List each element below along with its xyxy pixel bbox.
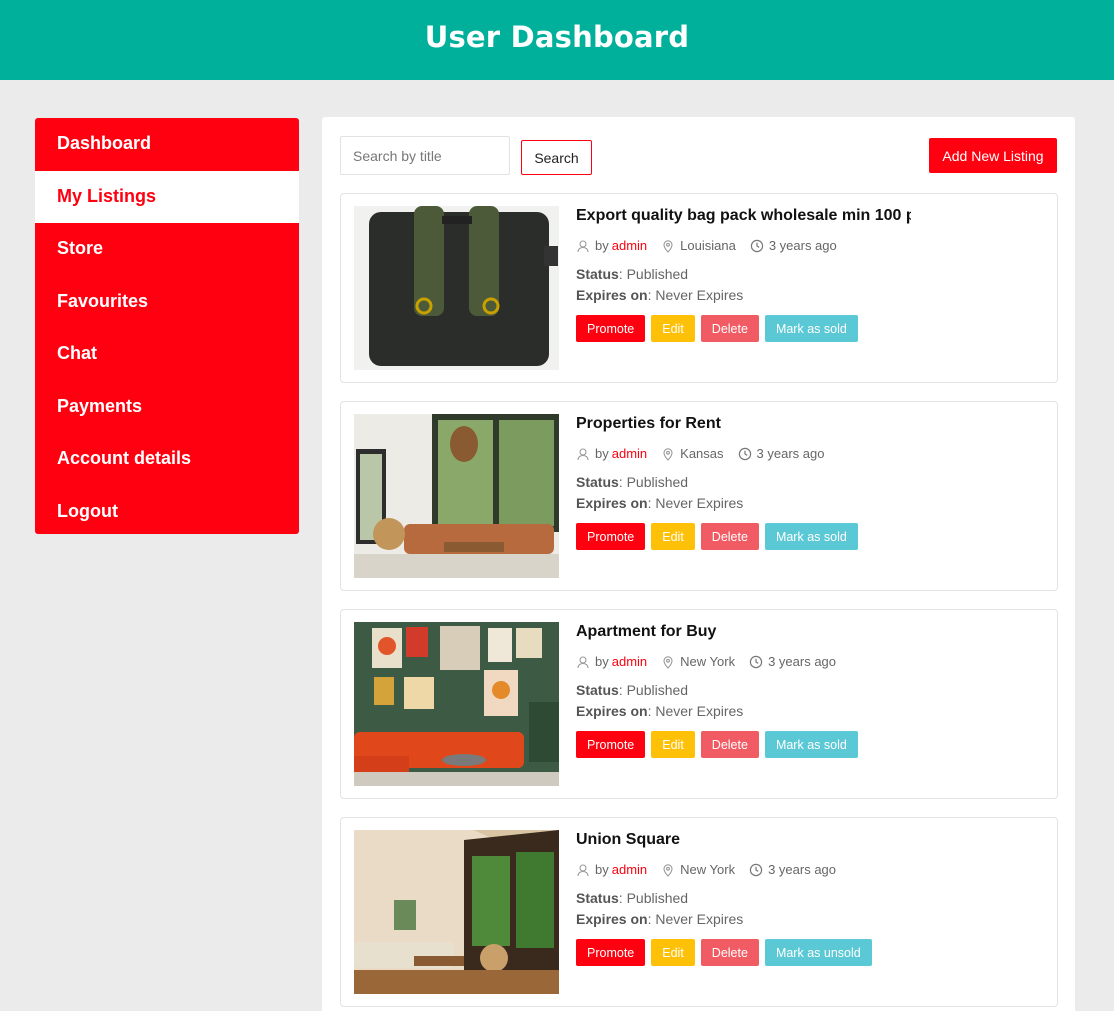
delete-button[interactable]: Delete xyxy=(700,731,759,758)
listing-meta: by admin Kansas 3 years ago xyxy=(576,446,838,461)
listing-card: Export quality bag pack wholesale min 10… xyxy=(340,193,1058,383)
edit-button[interactable]: Edit xyxy=(651,315,695,342)
listing-actions: Promote Edit Delete Mark as sold xyxy=(576,523,864,550)
add-new-listing-button[interactable]: Add New Listing xyxy=(929,138,1057,173)
promote-button[interactable]: Promote xyxy=(576,731,646,758)
listing-location: New York xyxy=(680,862,736,877)
mark-as-sold-button[interactable]: Mark as sold xyxy=(764,731,858,758)
sidebar-item-store[interactable]: Store xyxy=(35,223,299,276)
listing-location: Kansas xyxy=(680,446,724,461)
promote-button[interactable]: Promote xyxy=(576,315,646,342)
sidebar-item-account-details[interactable]: Account details xyxy=(35,433,299,486)
promote-button[interactable]: Promote xyxy=(576,939,646,966)
user-icon xyxy=(576,655,590,669)
listing-card: Properties for Rent by admin Kansas 3 ye… xyxy=(340,401,1058,591)
listing-meta: by admin New York 3 years ago xyxy=(576,654,850,669)
listing-title[interactable]: Properties for Rent xyxy=(576,415,911,433)
listing-image-art-room[interactable] xyxy=(354,622,559,786)
sidebar-item-dashboard[interactable]: Dashboard xyxy=(35,118,299,171)
listing-image-backpack[interactable] xyxy=(354,206,559,370)
listing-expires: Expires on: Never Expires xyxy=(576,495,744,511)
location-pin-icon xyxy=(661,655,675,669)
clock-icon xyxy=(749,863,763,877)
delete-button[interactable]: Delete xyxy=(700,523,759,550)
location-pin-icon xyxy=(661,239,675,253)
listing-expires: Expires on: Never Expires xyxy=(576,287,744,303)
delete-button[interactable]: Delete xyxy=(700,315,759,342)
listing-title[interactable]: Apartment for Buy xyxy=(576,623,911,641)
mark-as-sold-button[interactable]: Mark as sold xyxy=(764,523,858,550)
user-icon xyxy=(576,239,590,253)
listing-image-cabin-room[interactable] xyxy=(354,830,559,994)
page-title: User Dashboard xyxy=(424,20,690,54)
sidebar-item-my-listings[interactable]: My Listings xyxy=(35,170,299,223)
listing-expires: Expires on: Never Expires xyxy=(576,911,744,927)
sidebar-item-chat[interactable]: Chat xyxy=(35,328,299,381)
by-label: by xyxy=(595,446,609,461)
edit-button[interactable]: Edit xyxy=(651,939,695,966)
author-link[interactable]: admin xyxy=(612,238,647,253)
sidebar-item-payments[interactable]: Payments xyxy=(35,381,299,434)
listings-panel: Search Add New Listing Export quality ba… xyxy=(322,117,1075,1011)
promote-button[interactable]: Promote xyxy=(576,523,646,550)
author-link[interactable]: admin xyxy=(612,862,647,877)
by-label: by xyxy=(595,862,609,877)
listing-time: 3 years ago xyxy=(768,654,837,669)
listing-meta: by admin New York 3 years ago xyxy=(576,862,850,877)
sidebar-item-favourites[interactable]: Favourites xyxy=(35,276,299,329)
location-pin-icon xyxy=(661,863,675,877)
listing-location: Louisiana xyxy=(680,238,736,253)
user-icon xyxy=(576,447,590,461)
listing-actions: Promote Edit Delete Mark as sold xyxy=(576,315,864,342)
listing-image-living-room[interactable] xyxy=(354,414,559,578)
user-icon xyxy=(576,863,590,877)
listing-card: Apartment for Buy by admin New York 3 ye… xyxy=(340,609,1058,799)
sidebar: Dashboard My Listings Store Favourites C… xyxy=(35,118,299,534)
listing-expires: Expires on: Never Expires xyxy=(576,703,744,719)
listing-actions: Promote Edit Delete Mark as sold xyxy=(576,731,864,758)
location-pin-icon xyxy=(661,447,675,461)
author-link[interactable]: admin xyxy=(612,446,647,461)
edit-button[interactable]: Edit xyxy=(651,523,695,550)
mark-as-unsold-button[interactable]: Mark as unsold xyxy=(764,939,872,966)
author-link[interactable]: admin xyxy=(612,654,647,669)
by-label: by xyxy=(595,654,609,669)
header-bar: User Dashboard xyxy=(0,0,1114,80)
delete-button[interactable]: Delete xyxy=(700,939,759,966)
listing-time: 3 years ago xyxy=(768,238,837,253)
listing-location: New York xyxy=(680,654,736,669)
by-label: by xyxy=(595,238,609,253)
listing-status: Status: Published xyxy=(576,266,689,282)
listing-card: Union Square by admin New York 3 years a… xyxy=(340,817,1058,1007)
listing-title[interactable]: Union Square xyxy=(576,831,911,849)
clock-icon xyxy=(738,447,752,461)
search-button[interactable]: Search xyxy=(521,140,592,175)
search-input[interactable] xyxy=(340,136,510,175)
clock-icon xyxy=(749,655,763,669)
listing-time: 3 years ago xyxy=(768,862,837,877)
listing-status: Status: Published xyxy=(576,890,689,906)
listing-meta: by admin Louisiana 3 years ago xyxy=(576,238,851,253)
mark-as-sold-button[interactable]: Mark as sold xyxy=(764,315,858,342)
sidebar-item-logout[interactable]: Logout xyxy=(35,486,299,535)
listing-status: Status: Published xyxy=(576,682,689,698)
listing-status: Status: Published xyxy=(576,474,689,490)
listing-title[interactable]: Export quality bag pack wholesale min 10… xyxy=(576,207,911,225)
listing-actions: Promote Edit Delete Mark as unsold xyxy=(576,939,878,966)
edit-button[interactable]: Edit xyxy=(651,731,695,758)
listing-time: 3 years ago xyxy=(756,446,825,461)
clock-icon xyxy=(750,239,764,253)
